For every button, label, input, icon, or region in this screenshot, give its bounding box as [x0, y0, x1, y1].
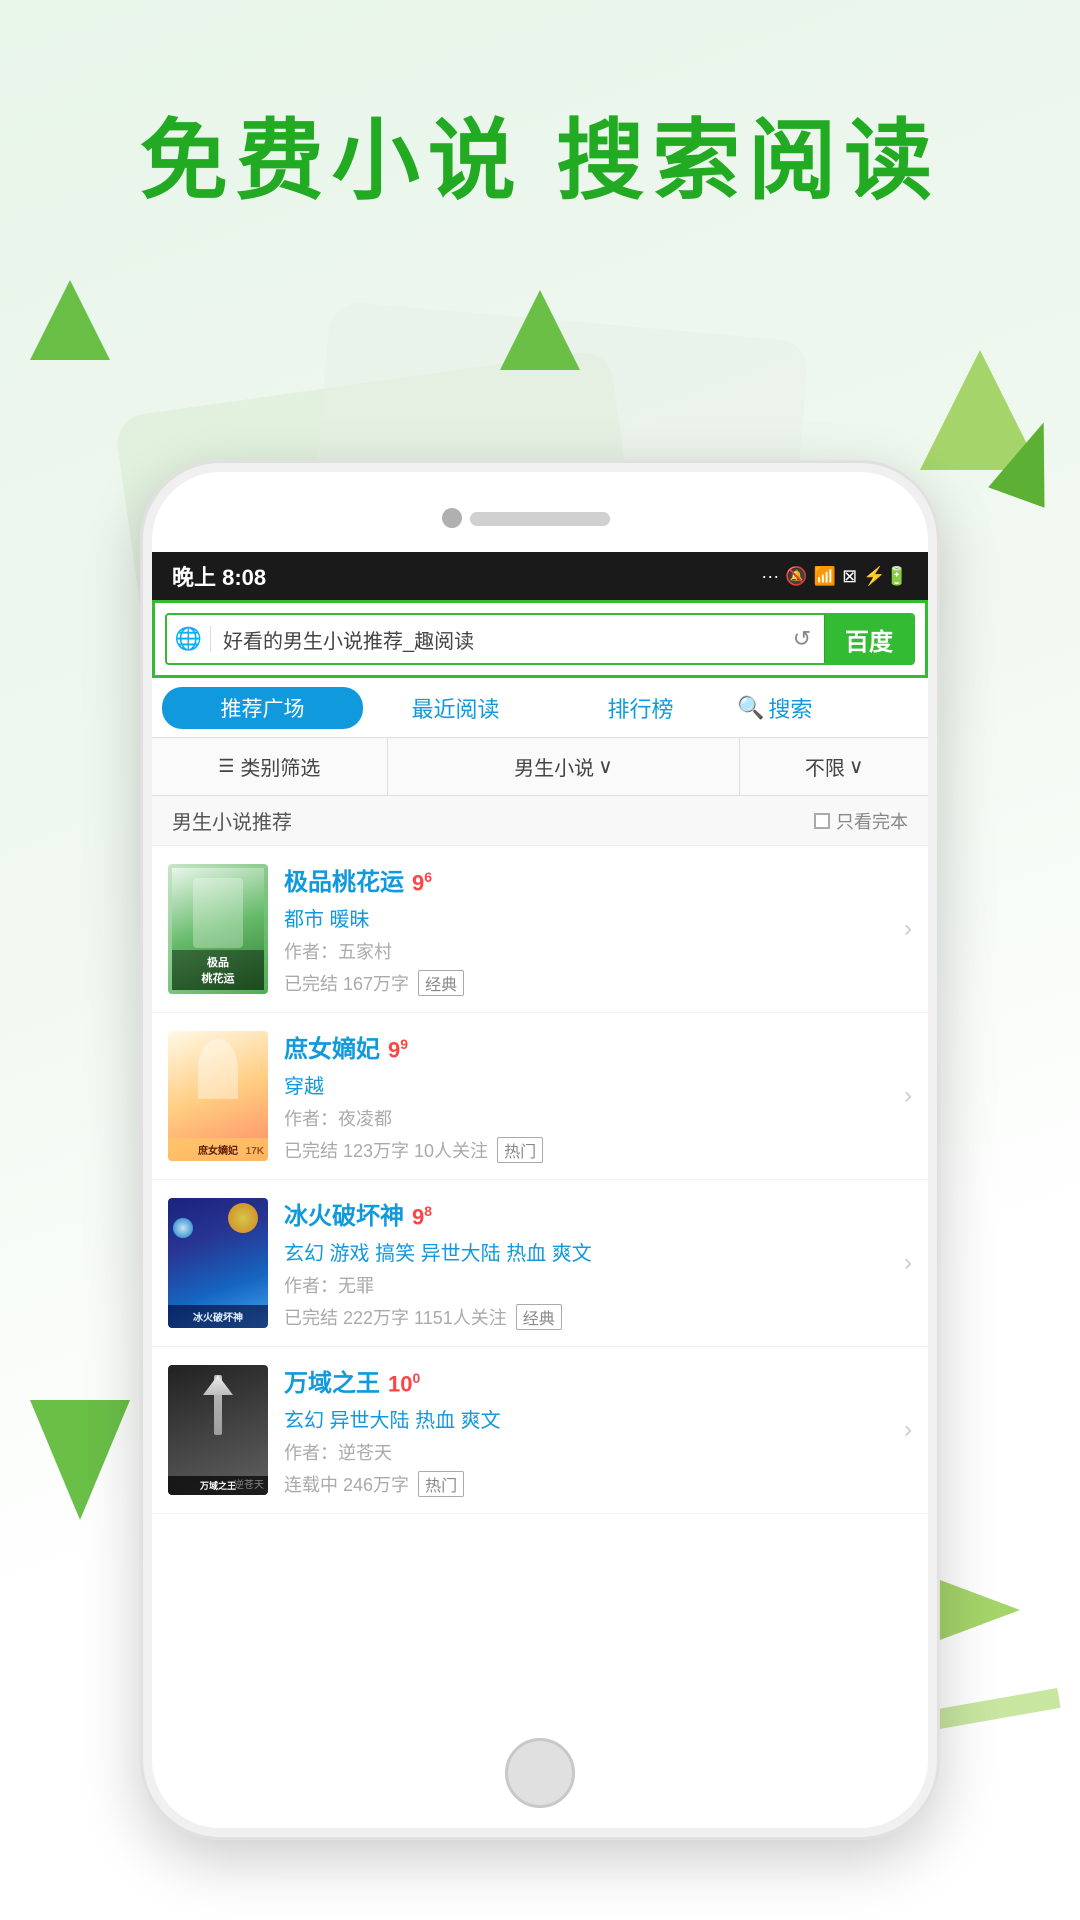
tab-search[interactable]: 🔍 搜索 [733, 692, 918, 724]
filter-bar: ☰ 类别筛选 男生小说 ∨ 不限 ∨ [152, 738, 928, 796]
search-bar[interactable]: 🌐 好看的男生小说推荐_趣阅读 ↺ 百度 [165, 613, 915, 665]
section-header: 男生小说推荐 只看完本 [152, 796, 928, 846]
status-arrow-icon: ∨ [849, 754, 864, 779]
filter-status-label: 不限 [805, 752, 845, 781]
filter-status[interactable]: 不限 ∨ [740, 738, 928, 795]
book-arrow-3: › [904, 1249, 912, 1277]
book-item-1[interactable]: 极品桃花运 极品桃花运 96 都市 暖昧 [152, 846, 928, 1013]
tab-recommended[interactable]: 推荐广场 [162, 687, 363, 729]
book-genre-4: 玄幻 异世大陆 热血 爽文 [284, 1404, 888, 1433]
bg-triangle-top [500, 290, 580, 370]
status-time: 晚上 8:08 [172, 560, 266, 592]
book-title-2: 庶女嫡妃 [284, 1029, 380, 1064]
signal-icon: ··· [761, 566, 779, 587]
globe-icon: 🌐 [167, 626, 211, 652]
book-author-1: 作者：五家村 [284, 938, 888, 964]
sim-icon: ⊠ [842, 566, 857, 587]
book-tag-1: 经典 [418, 970, 464, 996]
book-info-2: 庶女嫡妃 99 穿越 作者：夜凌都 已完结 123万字 10人关注 热门 [284, 1029, 888, 1163]
book-author-2: 作者：夜凌都 [284, 1105, 888, 1131]
battery-icon: ⚡🔋 [863, 566, 908, 587]
refresh-icon[interactable]: ↺ [780, 626, 824, 652]
filter-genre-label: 男生小说 [514, 752, 594, 781]
phone-camera [442, 508, 462, 528]
tab-ranking[interactable]: 排行榜 [548, 692, 733, 724]
book-list: 极品桃花运 极品桃花运 96 都市 暖昧 [152, 846, 928, 1514]
mute-icon: 🔕 [785, 566, 807, 587]
search-input[interactable]: 好看的男生小说推荐_趣阅读 [211, 625, 780, 654]
status-icons: ··· 🔕 📶 ⊠ ⚡🔋 [761, 566, 908, 587]
tab-recent[interactable]: 最近阅读 [363, 692, 548, 724]
only-complete-toggle[interactable]: 只看完本 [814, 808, 908, 834]
book-genre-1: 都市 暖昧 [284, 903, 888, 932]
book-title-4: 万域之王 [284, 1363, 380, 1398]
book-genre-2: 穿越 [284, 1070, 888, 1099]
only-complete-checkbox[interactable] [814, 813, 830, 829]
book-meta-3: 已完结 222万字 1151人关注 经典 [284, 1304, 888, 1330]
filter-lines-icon: ☰ [218, 756, 234, 777]
book-arrow-1: › [904, 915, 912, 943]
book-rating-2: 99 [388, 1036, 408, 1063]
book-meta-2: 已完结 123万字 10人关注 热门 [284, 1137, 888, 1163]
book-arrow-2: › [904, 1082, 912, 1110]
baidu-button[interactable]: 百度 [824, 615, 913, 663]
book-meta-4: 连载中 246万字 热门 [284, 1471, 888, 1497]
phone-inner: 晚上 8:08 ··· 🔕 📶 ⊠ ⚡🔋 🌐 好看的男生小说推荐_趣阅读 ↺ 百… [152, 472, 928, 1828]
bg-triangle-5 [940, 1580, 1020, 1640]
section-title: 男生小说推荐 [172, 806, 292, 835]
filter-category[interactable]: ☰ 类别筛选 [152, 738, 388, 795]
genre-arrow-icon: ∨ [598, 754, 613, 779]
wifi-icon: 📶 [814, 566, 836, 587]
filter-category-label: 类别筛选 [240, 752, 320, 781]
book-info-1: 极品桃花运 96 都市 暖昧 作者：五家村 已完结 167万字 经典 [284, 862, 888, 996]
search-tab-icon: 🔍 [737, 695, 764, 721]
search-bar-container: 🌐 好看的男生小说推荐_趣阅读 ↺ 百度 [152, 600, 928, 678]
book-tag-4: 热门 [418, 1471, 464, 1497]
book-title-3: 冰火破坏神 [284, 1196, 404, 1231]
tab-bar: 推荐广场 最近阅读 排行榜 🔍 搜索 [152, 678, 928, 738]
book-author-4: 作者：逆苍天 [284, 1439, 888, 1465]
page-headline: 免费小说 搜索阅读 [0, 90, 1080, 217]
book-rating-1: 96 [412, 869, 432, 896]
book-cover-3: 冰火破坏神 [168, 1198, 268, 1328]
book-info-3: 冰火破坏神 98 玄幻 游戏 搞笑 异世大陆 热血 爽文 作者：无罪 已完结 2… [284, 1196, 888, 1330]
book-meta-1: 已完结 167万字 经典 [284, 970, 888, 996]
book-cover-1: 极品桃花运 [168, 864, 268, 994]
book-item-4[interactable]: 万域之王 逆苍天 万域之王 100 玄幻 异世大陆 热血 爽文 [152, 1347, 928, 1514]
book-rating-4: 100 [388, 1370, 420, 1397]
book-cover-4: 万域之王 逆苍天 [168, 1365, 268, 1495]
book-author-3: 作者：无罪 [284, 1272, 888, 1298]
book-genre-3: 玄幻 游戏 搞笑 异世大陆 热血 爽文 [284, 1237, 888, 1266]
filter-genre[interactable]: 男生小说 ∨ [388, 738, 741, 795]
book-title-1: 极品桃花运 [284, 862, 404, 897]
book-item-2[interactable]: 庶女嫡妃 17K 庶女嫡妃 99 穿越 [152, 1013, 928, 1180]
only-complete-label: 只看完本 [836, 808, 908, 834]
bg-triangle-4 [30, 1400, 130, 1520]
phone-frame: 晚上 8:08 ··· 🔕 📶 ⊠ ⚡🔋 🌐 好看的男生小说推荐_趣阅读 ↺ 百… [140, 460, 940, 1840]
book-info-4: 万域之王 100 玄幻 异世大陆 热血 爽文 作者：逆苍天 连载中 246万字 … [284, 1363, 888, 1497]
book-tag-2: 热门 [497, 1137, 543, 1163]
bg-triangle-1 [30, 280, 110, 360]
phone-speaker [470, 512, 610, 526]
phone-screen: 晚上 8:08 ··· 🔕 📶 ⊠ ⚡🔋 🌐 好看的男生小说推荐_趣阅读 ↺ 百… [152, 552, 928, 1728]
status-bar: 晚上 8:08 ··· 🔕 📶 ⊠ ⚡🔋 [152, 552, 928, 600]
book-rating-3: 98 [412, 1203, 432, 1230]
phone-home-button[interactable] [505, 1738, 575, 1808]
book-arrow-4: › [904, 1416, 912, 1444]
book-tag-3: 经典 [516, 1304, 562, 1330]
bg-triangle-6 [919, 1688, 1060, 1732]
book-item-3[interactable]: 冰火破坏神 冰火破坏神 98 玄幻 游戏 搞笑 异世大陆 热血 爽文 [152, 1180, 928, 1347]
book-cover-2: 庶女嫡妃 17K [168, 1031, 268, 1161]
